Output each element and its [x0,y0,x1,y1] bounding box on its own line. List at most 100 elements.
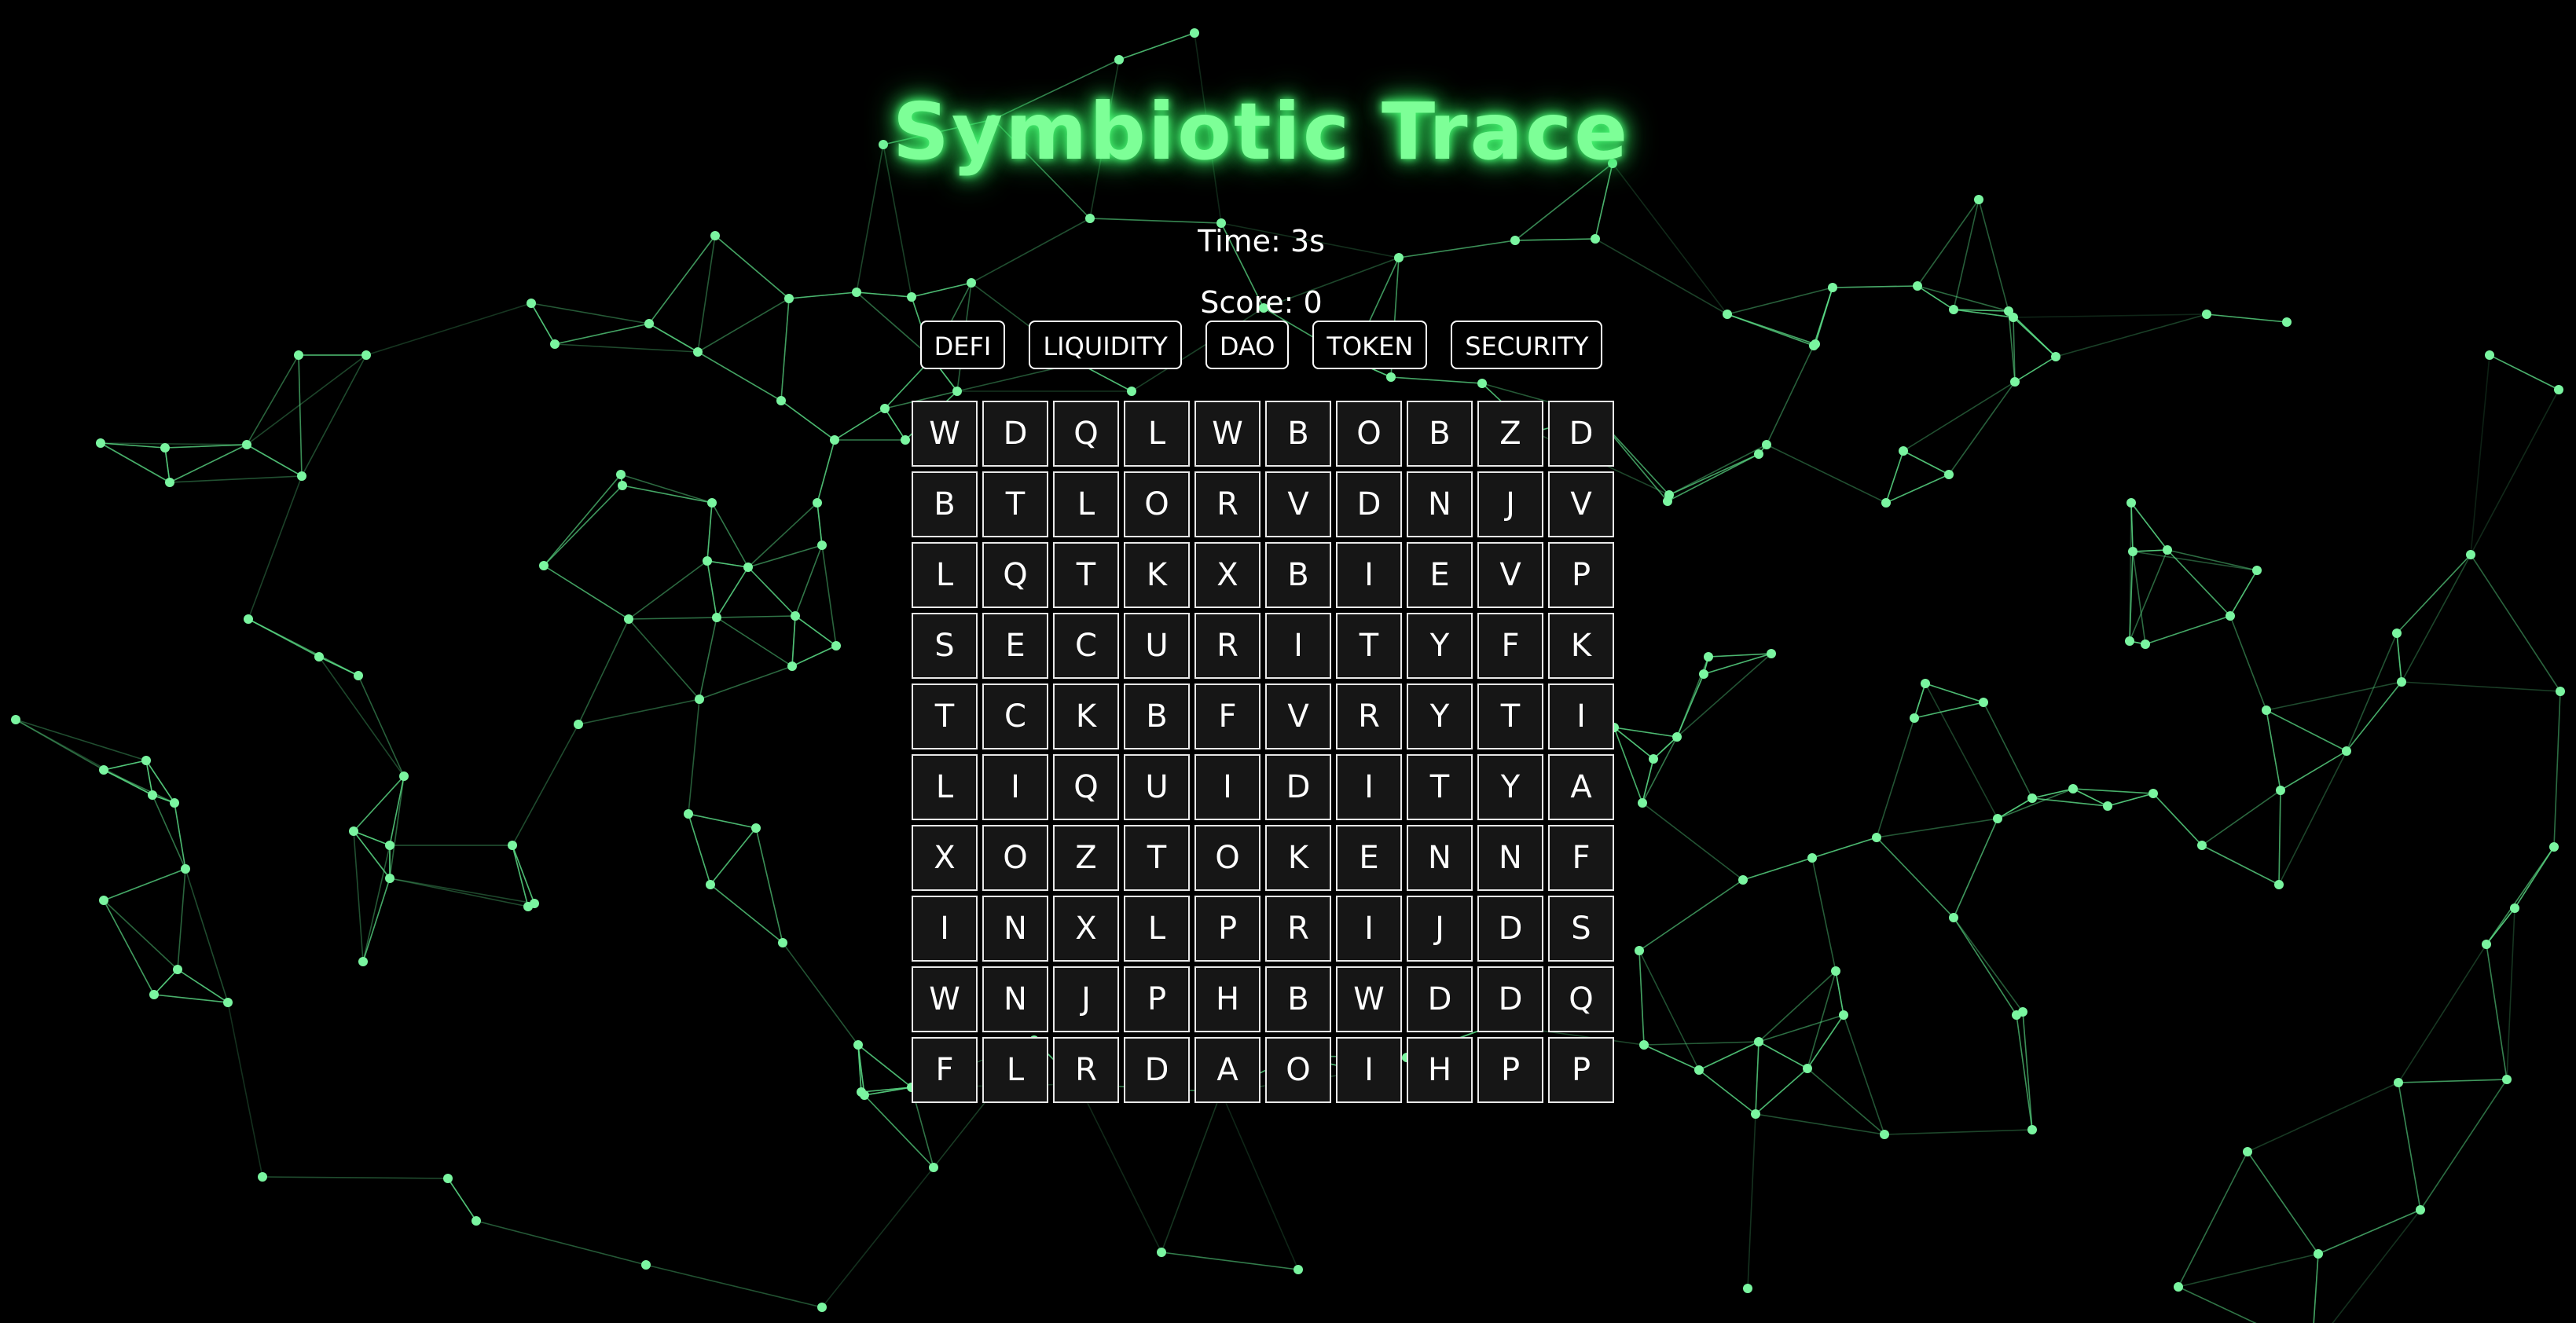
grid-cell[interactable]: R [1194,613,1260,679]
grid-cell[interactable]: P [1194,896,1260,962]
grid-cell[interactable]: I [1336,542,1402,608]
grid-cell[interactable]: R [1053,1037,1119,1103]
grid-cell[interactable]: T [1124,825,1190,891]
grid-cell[interactable]: K [1124,542,1190,608]
grid-cell[interactable]: J [1053,966,1119,1032]
grid-cell[interactable]: B [1124,683,1190,749]
grid-cell[interactable]: E [1407,542,1473,608]
grid-cell[interactable]: I [1336,896,1402,962]
grid-cell[interactable]: I [1265,613,1331,679]
grid-cell[interactable]: J [1477,471,1543,537]
grid-cell[interactable]: V [1477,542,1543,608]
grid-cell[interactable]: N [982,896,1048,962]
grid-cell[interactable]: T [1336,613,1402,679]
word-chip-liquidity[interactable]: LIQUIDITY [1029,321,1182,369]
grid-cell[interactable]: A [1548,754,1614,820]
grid-cell[interactable]: W [912,401,978,467]
grid-cell[interactable]: P [1477,1037,1543,1103]
grid-cell[interactable]: Z [1477,401,1543,467]
grid-cell[interactable]: F [912,1037,978,1103]
grid-cell[interactable]: I [1336,754,1402,820]
grid-cell[interactable]: R [1265,896,1331,962]
grid-cell[interactable]: Q [982,542,1048,608]
grid-cell[interactable]: U [1124,754,1190,820]
grid-cell[interactable]: O [1265,1037,1331,1103]
grid-cell[interactable]: X [912,825,978,891]
grid-cell[interactable]: F [1194,683,1260,749]
grid-cell[interactable]: H [1194,966,1260,1032]
grid-cell[interactable]: X [1053,896,1119,962]
grid-cell[interactable]: Q [1053,754,1119,820]
grid-cell[interactable]: F [1548,825,1614,891]
grid-cell[interactable]: L [912,542,978,608]
grid-cell[interactable]: I [1548,683,1614,749]
grid-cell[interactable]: K [1053,683,1119,749]
grid-cell[interactable]: O [1336,401,1402,467]
grid-cell[interactable]: B [1265,542,1331,608]
word-chip-security[interactable]: SECURITY [1451,321,1603,369]
grid-cell[interactable]: R [1194,471,1260,537]
grid-cell[interactable]: N [1407,471,1473,537]
grid-cell[interactable]: W [1336,966,1402,1032]
grid-cell[interactable]: B [1265,966,1331,1032]
grid-cell[interactable]: A [1194,1037,1260,1103]
grid-cell[interactable]: W [1194,401,1260,467]
grid-cell[interactable]: B [1265,401,1331,467]
grid-cell[interactable]: I [1194,754,1260,820]
grid-cell[interactable]: Y [1477,754,1543,820]
grid-cell[interactable]: L [1124,896,1190,962]
grid-cell[interactable]: Q [1548,966,1614,1032]
word-chip-defi[interactable]: DEFI [919,321,1006,369]
grid-cell[interactable]: D [1477,966,1543,1032]
grid-cell[interactable]: P [1548,542,1614,608]
grid-cell[interactable]: K [1548,613,1614,679]
grid-cell[interactable]: P [1124,966,1190,1032]
grid-cell[interactable]: V [1548,471,1614,537]
grid-cell[interactable]: N [1407,825,1473,891]
grid-cell[interactable]: D [1336,471,1402,537]
grid-cell[interactable]: T [1053,542,1119,608]
grid-cell[interactable]: O [1124,471,1190,537]
grid-cell[interactable]: Y [1407,683,1473,749]
grid-cell[interactable]: I [1336,1037,1402,1103]
grid-cell[interactable]: D [1407,966,1473,1032]
grid-cell[interactable]: D [1265,754,1331,820]
grid-cell[interactable]: Y [1407,613,1473,679]
grid-cell[interactable]: W [912,966,978,1032]
grid-cell[interactable]: D [1548,401,1614,467]
word-chip-dao[interactable]: DAO [1205,321,1290,369]
grid-cell[interactable]: C [1053,613,1119,679]
grid-cell[interactable]: D [1124,1037,1190,1103]
grid-cell[interactable]: B [1407,401,1473,467]
grid-cell[interactable]: O [1194,825,1260,891]
grid-cell[interactable]: S [1548,896,1614,962]
grid-cell[interactable]: T [912,683,978,749]
grid-cell[interactable]: B [912,471,978,537]
grid-cell[interactable]: U [1124,613,1190,679]
grid-cell[interactable]: T [1407,754,1473,820]
grid-cell[interactable]: O [982,825,1048,891]
grid-cell[interactable]: I [912,896,978,962]
grid-cell[interactable]: E [982,613,1048,679]
grid-cell[interactable]: H [1407,1037,1473,1103]
grid-cell[interactable]: C [982,683,1048,749]
grid-cell[interactable]: P [1548,1037,1614,1103]
grid-cell[interactable]: V [1265,683,1331,749]
grid-cell[interactable]: Z [1053,825,1119,891]
grid-cell[interactable]: K [1265,825,1331,891]
grid-cell[interactable]: L [982,1037,1048,1103]
grid-cell[interactable]: D [982,401,1048,467]
grid-cell[interactable]: V [1265,471,1331,537]
grid-cell[interactable]: D [1477,896,1543,962]
grid-cell[interactable]: I [982,754,1048,820]
grid-cell[interactable]: R [1336,683,1402,749]
grid-cell[interactable]: X [1194,542,1260,608]
word-chip-token[interactable]: TOKEN [1312,321,1428,369]
grid-cell[interactable]: L [1124,401,1190,467]
grid-cell[interactable]: Q [1053,401,1119,467]
grid-cell[interactable]: E [1336,825,1402,891]
grid-cell[interactable]: T [982,471,1048,537]
grid-cell[interactable]: J [1407,896,1473,962]
grid-cell[interactable]: N [1477,825,1543,891]
grid-cell[interactable]: S [912,613,978,679]
